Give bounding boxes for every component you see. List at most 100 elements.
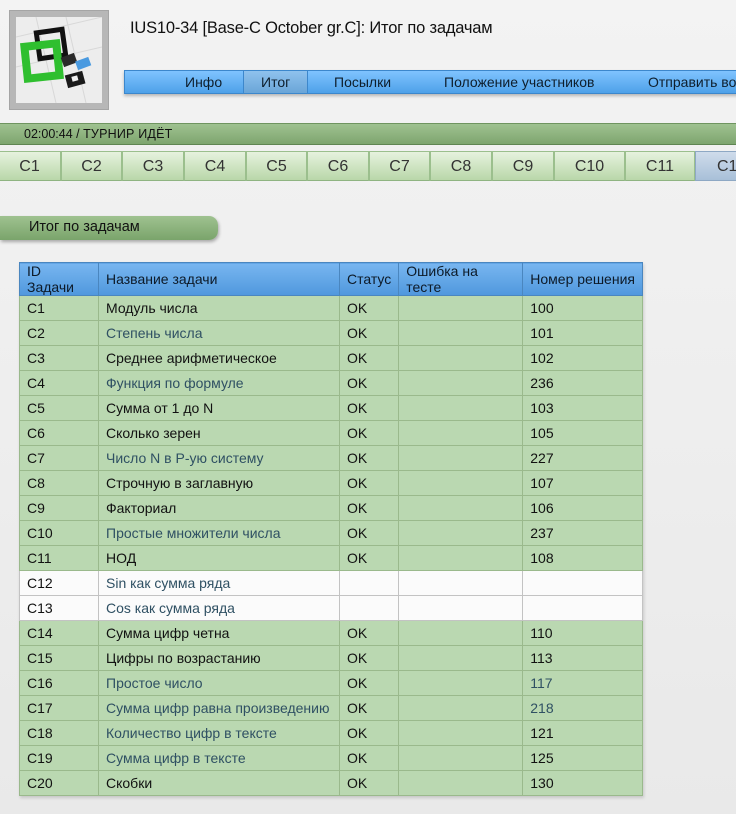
table-row[interactable]: C18 Количество цифр в тексте OK 121 (19, 720, 644, 746)
table-row[interactable]: C4 Функция по формуле OK 236 (19, 370, 644, 396)
cell-problem-id[interactable]: C8 (19, 470, 99, 496)
cell-problem-name[interactable]: Простые множители числа (98, 520, 340, 546)
cell-problem-name[interactable]: Строчную в заглавную (98, 470, 340, 496)
cell-problem-id[interactable]: C14 (19, 620, 99, 646)
cell-solution-number[interactable]: 227 (522, 445, 644, 471)
cell-solution-number[interactable]: 218 (522, 695, 644, 721)
table-row[interactable]: C16 Простое число OK 117 (19, 670, 644, 696)
cell-solution-number[interactable]: 102 (522, 345, 644, 371)
table-row[interactable]: C9 Факториал OK 106 (19, 495, 644, 521)
cell-problem-id[interactable]: C18 (19, 720, 99, 746)
table-row[interactable]: C11 НОД OK 108 (19, 545, 644, 571)
cell-problem-name[interactable]: Число N в P-ую систему (98, 445, 340, 471)
cell-solution-number[interactable]: 125 (522, 745, 644, 771)
menu-item-submit[interactable]: Отправить во (648, 71, 736, 93)
cell-problem-name[interactable]: Простое число (98, 670, 340, 696)
cell-problem-name[interactable]: Модуль числа (98, 295, 340, 321)
cell-problem-id[interactable]: C17 (19, 695, 99, 721)
cell-problem-id[interactable]: C12 (19, 570, 99, 596)
menu-item-summary[interactable]: Итог (243, 71, 309, 93)
cell-solution-number[interactable]: 103 (522, 395, 644, 421)
table-row[interactable]: C7 Число N в P-ую систему OK 227 (19, 445, 644, 471)
table-row[interactable]: C20 Скобки OK 130 (19, 770, 644, 796)
cell-problem-id[interactable]: C7 (19, 445, 99, 471)
cell-problem-name[interactable]: Sin как сумма ряда (98, 570, 340, 596)
cell-solution-number[interactable]: 117 (522, 670, 644, 696)
cell-problem-name[interactable]: Функция по формуле (98, 370, 340, 396)
table-row[interactable]: C17 Сумма цифр равна произведению OK 218 (19, 695, 644, 721)
header-solution-number[interactable]: Номер решения (522, 262, 644, 296)
cell-solution-number[interactable]: 130 (522, 770, 644, 796)
cell-solution-number[interactable]: 108 (522, 545, 644, 571)
tab-c6[interactable]: C6 (307, 151, 369, 181)
cell-solution-number[interactable]: 100 (522, 295, 644, 321)
tab-c5[interactable]: C5 (246, 151, 307, 181)
menu-item-standings[interactable]: Положение участников (444, 71, 594, 93)
cell-solution-number[interactable]: 113 (522, 645, 644, 671)
cell-problem-id[interactable]: C15 (19, 645, 99, 671)
cell-problem-name[interactable]: Сумма цифр в тексте (98, 745, 340, 771)
menu-item-info[interactable]: Инфо (185, 71, 222, 93)
table-row[interactable]: C5 Сумма от 1 до N OK 103 (19, 395, 644, 421)
cell-problem-name[interactable]: Количество цифр в тексте (98, 720, 340, 746)
header-problem-name[interactable]: Название задачи (98, 262, 340, 296)
cell-problem-name[interactable]: Цифры по возрастанию (98, 645, 340, 671)
tab-c3[interactable]: C3 (122, 151, 184, 181)
table-row[interactable]: C10 Простые множители числа OK 237 (19, 520, 644, 546)
cell-problem-id[interactable]: C10 (19, 520, 99, 546)
table-row[interactable]: C6 Сколько зерен OK 105 (19, 420, 644, 446)
cell-problem-name[interactable]: Cos как сумма ряда (98, 595, 340, 621)
tab-c12-partial[interactable]: C1 (695, 151, 736, 181)
cell-problem-name[interactable]: НОД (98, 545, 340, 571)
cell-problem-id[interactable]: C3 (19, 345, 99, 371)
cell-solution-number[interactable]: 101 (522, 320, 644, 346)
cell-problem-name[interactable]: Скобки (98, 770, 340, 796)
tab-c4[interactable]: C4 (184, 151, 246, 181)
cell-solution-number[interactable]: 110 (522, 620, 644, 646)
cell-solution-number[interactable] (522, 570, 644, 596)
tab-c2[interactable]: C2 (61, 151, 122, 181)
table-row[interactable]: C12 Sin как сумма ряда (19, 570, 644, 596)
cell-problem-name[interactable]: Сумма от 1 до N (98, 395, 340, 421)
header-problem-id[interactable]: ID Задачи (19, 262, 99, 296)
menu-item-submissions[interactable]: Посылки (334, 71, 391, 93)
tab-c9[interactable]: C9 (492, 151, 554, 181)
table-row[interactable]: C3 Среднее арифметическое OK 102 (19, 345, 644, 371)
cell-solution-number[interactable]: 105 (522, 420, 644, 446)
cell-solution-number[interactable]: 107 (522, 470, 644, 496)
tab-c8[interactable]: C8 (430, 151, 492, 181)
table-row[interactable]: C15 Цифры по возрастанию OK 113 (19, 645, 644, 671)
cell-problem-id[interactable]: C4 (19, 370, 99, 396)
cell-solution-number[interactable]: 237 (522, 520, 644, 546)
table-row[interactable]: C2 Степень числа OK 101 (19, 320, 644, 346)
cell-problem-id[interactable]: C20 (19, 770, 99, 796)
cell-solution-number[interactable]: 106 (522, 495, 644, 521)
cell-problem-id[interactable]: C19 (19, 745, 99, 771)
cell-problem-id[interactable]: C2 (19, 320, 99, 346)
cell-solution-number[interactable]: 236 (522, 370, 644, 396)
tab-c1[interactable]: C1 (0, 151, 61, 181)
cell-problem-name[interactable]: Сколько зерен (98, 420, 340, 446)
cell-problem-name[interactable]: Степень числа (98, 320, 340, 346)
table-row[interactable]: C19 Сумма цифр в тексте OK 125 (19, 745, 644, 771)
header-status[interactable]: Статус (338, 262, 400, 296)
tab-c11[interactable]: C11 (625, 151, 695, 181)
cell-problem-id[interactable]: C6 (19, 420, 99, 446)
header-failed-test[interactable]: Ошибка на тесте (398, 262, 524, 296)
tab-c7[interactable]: C7 (369, 151, 430, 181)
cell-solution-number[interactable]: 121 (522, 720, 644, 746)
cell-problem-name[interactable]: Сумма цифр равна произведению (98, 695, 340, 721)
cell-problem-id[interactable]: C13 (19, 595, 99, 621)
cell-problem-name[interactable]: Факториал (98, 495, 340, 521)
table-row[interactable]: C1 Модуль числа OK 100 (19, 295, 644, 321)
cell-problem-id[interactable]: C11 (19, 545, 99, 571)
cell-problem-id[interactable]: C16 (19, 670, 99, 696)
table-row[interactable]: C13 Cos как сумма ряда (19, 595, 644, 621)
cell-problem-id[interactable]: C5 (19, 395, 99, 421)
table-row[interactable]: C14 Сумма цифр четна OK 110 (19, 620, 644, 646)
cell-problem-id[interactable]: C1 (19, 295, 99, 321)
cell-problem-name[interactable]: Сумма цифр четна (98, 620, 340, 646)
cell-problem-id[interactable]: C9 (19, 495, 99, 521)
table-row[interactable]: C8 Строчную в заглавную OK 107 (19, 470, 644, 496)
cell-problem-name[interactable]: Среднее арифметическое (98, 345, 340, 371)
